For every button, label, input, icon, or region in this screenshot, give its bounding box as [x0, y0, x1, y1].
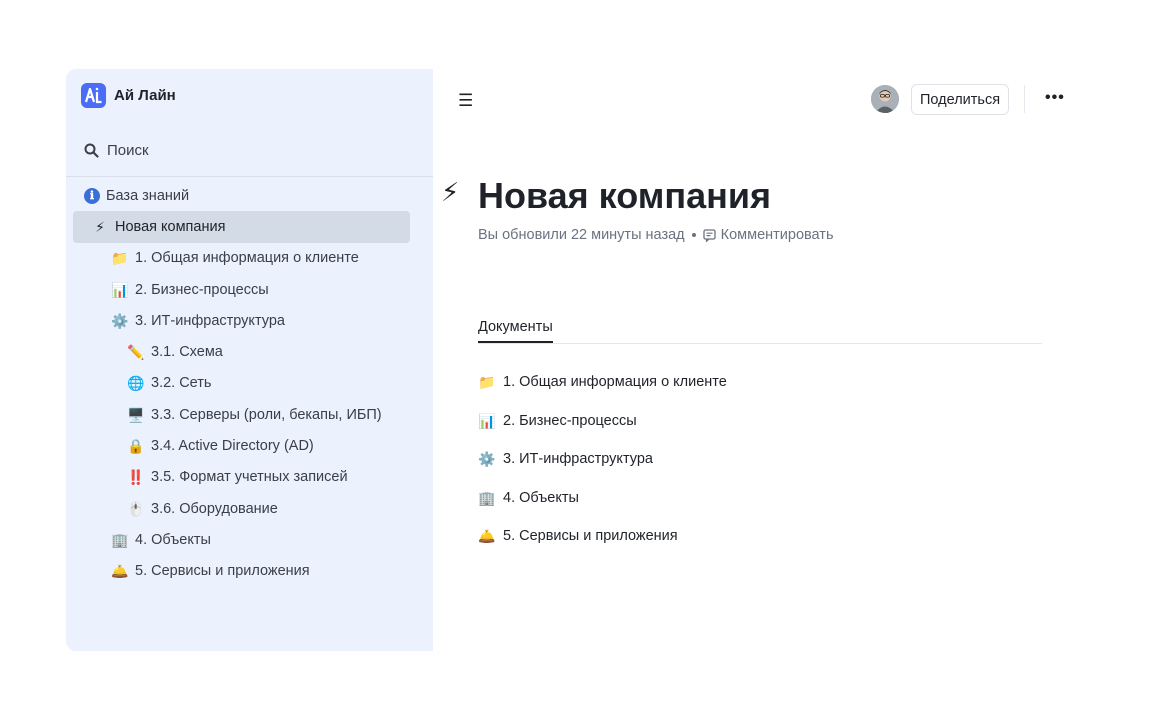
info-icon: ℹ — [84, 187, 100, 204]
sidebar-item-label: Новая компания — [115, 218, 226, 235]
sidebar-item-label: 3.3. Серверы (роли, бекапы, ИБП) — [151, 406, 382, 423]
document-label: 4. Объекты — [503, 489, 579, 506]
document-item[interactable]: 📁 1. Общая информация о клиенте — [478, 363, 727, 402]
page-emoji-icon: 🖥️ — [127, 406, 145, 423]
document-emoji-icon: 🏢 — [478, 489, 496, 506]
more-options-icon[interactable]: ••• — [1045, 89, 1065, 107]
app-window: Ай Лайн Поиск ℹ База знаний ⚡ Новая компани… — [66, 69, 1066, 651]
page-emoji-icon: ✏️ — [127, 344, 145, 361]
sidebar-item-label: 1. Общая информация о клиенте — [135, 250, 359, 267]
sidebar: Ай Лайн Поиск ℹ База знаний ⚡ Новая компани… — [66, 69, 433, 651]
sidebar-item[interactable]: ⚡ Новая компания — [73, 211, 410, 243]
comment-label: Комментировать — [720, 227, 834, 243]
tabs: Документы — [478, 318, 1042, 344]
sidebar-item[interactable]: ‼️ 3.5. Формат учетных записей — [66, 462, 433, 493]
search-icon — [84, 143, 99, 158]
page-title: Новая компания — [478, 175, 772, 216]
page-emoji-icon: 🌐 — [127, 375, 145, 392]
sidebar-item-label: 2. Бизнес-процессы — [135, 281, 269, 298]
document-item[interactable]: ⚙️ 3. ИТ-инфраструктура — [478, 440, 727, 479]
sidebar-item-label: 3.1. Схема — [151, 344, 223, 361]
page-emoji-icon: 🛎️ — [111, 563, 129, 580]
sidebar-item-label: 3.6. Оборудование — [151, 500, 278, 517]
sidebar-item[interactable]: 📁 1. Общая информация о клиенте — [66, 243, 433, 274]
document-emoji-icon: 🛎️ — [478, 528, 496, 545]
sidebar-item-label: 4. Объекты — [135, 531, 211, 548]
page-meta: Вы обновили 22 минуты назад Комментирова… — [478, 227, 834, 243]
sidebar-item[interactable]: 🌐 3.2. Сеть — [66, 368, 433, 399]
sidebar-item[interactable]: 🖱️ 3.6. Оборудование — [66, 493, 433, 524]
page-emoji-icon: 📁 — [111, 250, 129, 267]
sidebar-item-label: 3.2. Сеть — [151, 375, 212, 392]
sidebar-item[interactable]: 🖥️ 3.3. Серверы (роли, бекапы, ИБП) — [66, 399, 433, 430]
comment-button[interactable]: Комментировать — [702, 227, 834, 243]
document-label: 1. Общая информация о клиенте — [503, 374, 727, 391]
document-emoji-icon: ⚙️ — [478, 451, 496, 468]
sidebar-item-label: 3. ИТ-инфраструктура — [135, 312, 285, 329]
document-emoji-icon: 📊 — [478, 412, 496, 429]
page-emoji-icon: ⚙️ — [111, 312, 129, 329]
page-emoji-icon: ‼️ — [127, 469, 145, 486]
document-label: 3. ИТ-инфраструктура — [503, 451, 653, 468]
sidebar-item[interactable]: 🛎️ 5. Сервисы и приложения — [66, 556, 433, 587]
sidebar-item-label: 3.5. Формат учетных записей — [151, 469, 348, 486]
sidebar-tree: ℹ База знаний ⚡ Новая компания 📁 1. Общая инф… — [66, 180, 433, 587]
main-content: ☰ Поделиться ••• ⚡ Новая компания Вы обн… — [433, 69, 1066, 651]
sidebar-item[interactable]: ⚙️ 3. ИТ-инфраструктура — [66, 305, 433, 336]
sidebar-item-label: 5. Сервисы и приложения — [135, 563, 310, 580]
ai-line-logo-icon — [81, 83, 106, 108]
page-emoji-icon: 🔒 — [127, 438, 145, 455]
lightning-icon: ⚡ — [441, 177, 460, 207]
menu-icon[interactable]: ☰ — [458, 91, 473, 111]
sidebar-search[interactable]: Поиск — [84, 142, 149, 159]
brand-name: Ай Лайн — [114, 87, 176, 104]
page-emoji-icon: ⚡ — [95, 218, 105, 235]
brand[interactable]: Ай Лайн — [81, 83, 176, 108]
documents-list: 📁 1. Общая информация о клиенте 📊 2. Бизнес… — [478, 363, 727, 556]
header-divider — [1024, 85, 1025, 113]
avatar[interactable] — [871, 85, 899, 113]
document-item[interactable]: 📊 2. Бизнес-процессы — [478, 402, 727, 441]
sidebar-item[interactable]: ✏️ 3.1. Схема — [66, 336, 433, 367]
sidebar-divider — [66, 176, 433, 177]
page-emoji-icon: 🖱️ — [127, 500, 145, 517]
comment-icon — [702, 228, 716, 242]
separator-dot — [691, 233, 696, 237]
document-item[interactable]: 🏢 4. Объекты — [478, 479, 727, 518]
document-item[interactable]: 🛎️ 5. Сервисы и приложения — [478, 517, 727, 556]
page-emoji-icon: 📊 — [111, 281, 129, 298]
sidebar-item[interactable]: 📊 2. Бизнес-процессы — [66, 274, 433, 305]
sidebar-item[interactable]: ℹ База знаний — [66, 180, 433, 211]
sidebar-item[interactable]: 🔒 3.4. Active Directory (AD) — [66, 430, 433, 461]
document-label: 5. Сервисы и приложения — [503, 528, 678, 545]
sidebar-item-label: 3.4. Active Directory (AD) — [151, 438, 314, 455]
search-label: Поиск — [107, 142, 149, 159]
sidebar-item-label: База знаний — [106, 187, 190, 204]
share-button[interactable]: Поделиться — [911, 84, 1010, 115]
document-emoji-icon: 📁 — [478, 374, 496, 391]
document-label: 2. Бизнес-процессы — [503, 412, 637, 429]
page-emoji-icon: 🏢 — [111, 531, 129, 548]
tab-documents[interactable]: Документы — [478, 319, 553, 343]
sidebar-item[interactable]: 🏢 4. Объекты — [66, 524, 433, 555]
updated-text: Вы обновили 22 минуты назад — [478, 227, 685, 243]
